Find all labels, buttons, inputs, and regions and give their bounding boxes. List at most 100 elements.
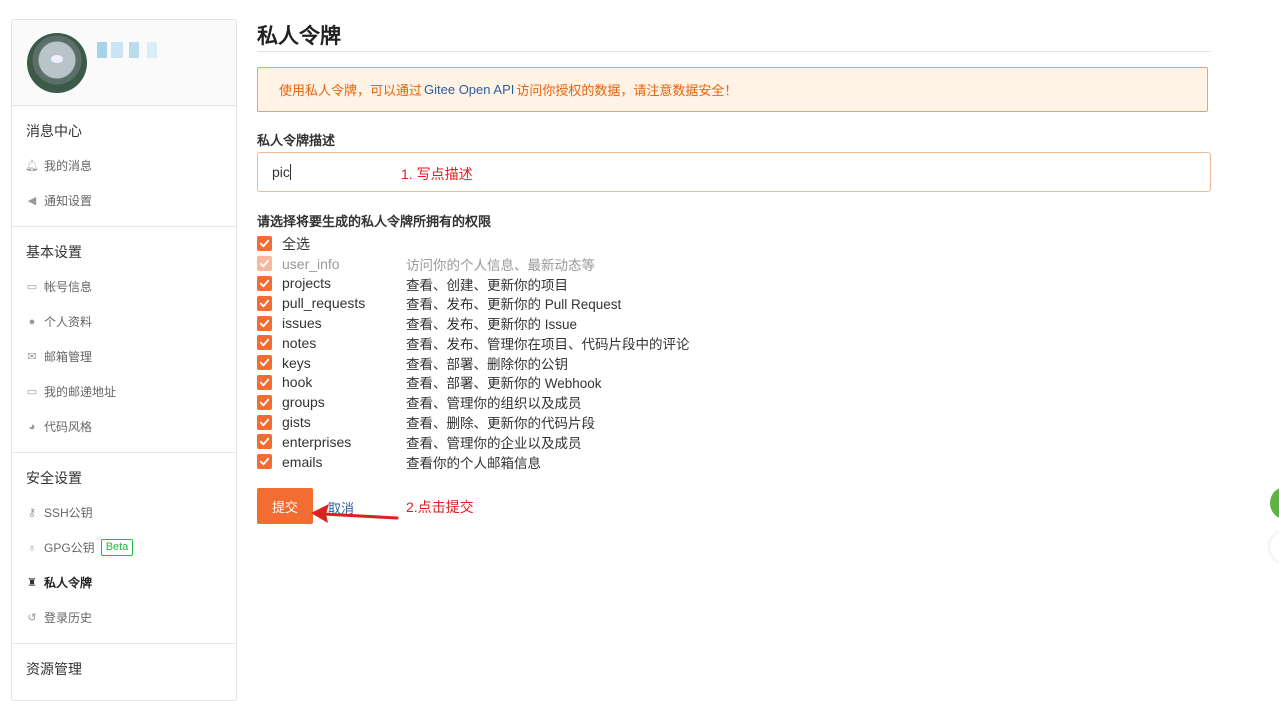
sidebar-item-label: 个人资料 xyxy=(44,315,93,329)
sidebar-item[interactable]: ⚷ SSH公钥 xyxy=(12,495,236,530)
gitee-open-api-link[interactable]: Gitee Open API xyxy=(424,82,514,97)
volume-icon: ◀ xyxy=(27,195,37,207)
checkmark-icon xyxy=(259,240,270,248)
notice-banner: 使用私人令牌，可以通过 Gitee Open API 访问你授权的数据，请注意数… xyxy=(257,67,1208,112)
sidebar-item[interactable]: ◕ 代码风格 xyxy=(12,409,236,444)
permission-row: enterprises 查看、管理你的企业以及成员 xyxy=(257,432,690,452)
permission-description: 查看、发布、更新你的 Issue xyxy=(406,317,578,333)
checkmark-icon xyxy=(259,378,270,387)
permission-name: groups xyxy=(282,394,325,411)
permission-row: 全选 xyxy=(257,234,690,254)
permission-row: user_info 访问你的个人信息、最新动态等 xyxy=(257,254,690,274)
sidebar-item[interactable]: ● 个人资料 xyxy=(12,304,236,339)
permission-name: user_info xyxy=(282,255,340,272)
permission-row: notes 查看、发布、管理你在项目、代码片段中的评论 xyxy=(257,333,690,353)
sidebar-section-title: 基本设置 xyxy=(26,244,82,260)
permission-checkbox[interactable] xyxy=(257,236,272,252)
permission-name: emails xyxy=(282,453,323,470)
sidebar-section: 基本设置 ▭ 帐号信息 ● 个人资料 ✉ 邮箱管理 ▭ 我的邮递地址 ◕ 代码风格 xyxy=(12,227,236,453)
permission-name: enterprises xyxy=(282,433,352,450)
checkmark-icon xyxy=(259,279,270,288)
settings-sidebar: 消息中心 🔔︎ 我的消息 ◀ 通知设置 基本设置 ▭ 帐号信息 ● 个人资料 ✉ 邮箱管理 ▭ 我的邮递地… xyxy=(11,19,237,701)
bell-icon: 🔔︎ xyxy=(25,160,39,172)
floating-action-button[interactable] xyxy=(1270,532,1279,562)
sidebar-item-label: SSH公钥 xyxy=(44,506,93,520)
permission-checkbox[interactable] xyxy=(257,275,272,291)
description-value: pic xyxy=(272,164,290,180)
permission-description: 查看、部署、删除你的公钥 xyxy=(406,356,568,372)
permission-checkbox[interactable] xyxy=(257,454,272,470)
permission-name: keys xyxy=(282,354,311,371)
permission-checkbox[interactable] xyxy=(257,355,272,371)
permission-row: gists 查看、删除、更新你的代码片段 xyxy=(257,412,690,432)
sidebar-item[interactable]: ✉ 邮箱管理 xyxy=(12,339,236,374)
sidebar-item-label: 我的消息 xyxy=(44,159,93,173)
permission-checkbox[interactable] xyxy=(257,335,272,351)
permission-description: 查看、管理你的企业以及成员 xyxy=(406,435,582,451)
sidebar-sections: 消息中心 🔔︎ 我的消息 ◀ 通知设置 基本设置 ▭ 帐号信息 ● 个人资料 ✉ 邮箱管理 ▭ 我的邮递地… xyxy=(12,106,236,694)
sidebar-item[interactable]: ♜ 私人令牌 xyxy=(12,565,236,600)
permission-checkbox[interactable] xyxy=(257,394,272,410)
gpg-icon: ♁ xyxy=(27,541,37,554)
sidebar-section-title: 安全设置 xyxy=(26,470,82,486)
permission-name: gists xyxy=(282,414,311,431)
annotation-step-1: 1. 写点描述 xyxy=(401,166,473,182)
permission-name: pull_requests xyxy=(282,295,366,312)
sidebar-item[interactable]: ♁ GPG公钥 Beta xyxy=(12,530,236,565)
permission-checkbox xyxy=(257,256,272,272)
permission-description: 查看、发布、管理你在项目、代码片段中的评论 xyxy=(406,336,690,352)
username-blurred xyxy=(97,42,165,58)
permission-checkbox[interactable] xyxy=(257,434,272,450)
user-icon: ● xyxy=(28,315,36,328)
address-card-icon: ▭ xyxy=(26,386,38,398)
permission-description: 查看你的个人邮箱信息 xyxy=(406,455,541,471)
spy-icon: ♜ xyxy=(27,577,37,589)
floating-help-button[interactable] xyxy=(1270,487,1279,519)
permissions-label: 请选择将要生成的私人令牌所拥有的权限 xyxy=(257,214,492,229)
permission-checkbox[interactable] xyxy=(257,315,272,331)
permission-description: 访问你的个人信息、最新动态等 xyxy=(406,257,595,273)
checkmark-icon xyxy=(259,319,270,327)
palette-icon: ◕ xyxy=(28,420,36,433)
permission-description: 查看、部署、更新你的 Webhook xyxy=(406,376,602,392)
sidebar-item-label: 通知设置 xyxy=(44,194,93,208)
permission-row: emails 查看你的个人邮箱信息 xyxy=(257,452,690,472)
sidebar-item[interactable]: 🔔︎ 我的消息 xyxy=(12,148,236,183)
checkmark-icon xyxy=(259,359,270,367)
checkmark-icon xyxy=(259,457,270,466)
permissions-list: 全选 user_info 访问你的个人信息、最新动态等 projects 查看、创建、更… xyxy=(257,234,690,472)
checkmark-icon xyxy=(259,418,270,426)
checkmark-icon xyxy=(259,339,270,347)
notice-text-before: 使用私人令牌，可以通过 xyxy=(279,83,423,98)
sidebar-item[interactable]: ↺ 登录历史 xyxy=(12,600,236,635)
sidebar-item-label: 我的邮递地址 xyxy=(44,385,117,399)
title-divider xyxy=(257,51,1211,52)
checkmark-icon xyxy=(259,438,270,446)
text-caret xyxy=(289,164,291,180)
annotation-step-2: 2.点击提交 xyxy=(406,499,474,515)
sidebar-item-label: 代码风格 xyxy=(44,420,93,434)
notice-text-after: 访问你授权的数据，请注意数据安全！ xyxy=(516,83,738,98)
permission-row: projects 查看、创建、更新你的项目 xyxy=(257,274,690,294)
permission-checkbox[interactable] xyxy=(257,374,272,390)
sidebar-section-title: 消息中心 xyxy=(26,123,82,139)
permission-row: pull_requests 查看、发布、更新你的 Pull Request xyxy=(257,293,690,313)
sidebar-item-label: 私人令牌 xyxy=(44,576,93,590)
permission-name: hook xyxy=(282,374,313,391)
sidebar-item[interactable]: ▭ 我的邮递地址 xyxy=(12,374,236,409)
permission-name: 全选 xyxy=(282,235,310,252)
sidebar-item-label: 帐号信息 xyxy=(44,280,93,294)
sidebar-item[interactable]: ◀ 通知设置 xyxy=(12,183,236,218)
permission-row: issues 查看、发布、更新你的 Issue xyxy=(257,313,690,333)
permission-checkbox[interactable] xyxy=(257,295,272,311)
sidebar-item[interactable]: ▭ 帐号信息 xyxy=(12,269,236,304)
envelope-icon: ✉ xyxy=(27,351,37,363)
profile-header xyxy=(12,20,236,106)
avatar[interactable] xyxy=(27,33,87,93)
permission-row: groups 查看、管理你的组织以及成员 xyxy=(257,392,690,412)
submit-button[interactable]: 提交 xyxy=(257,488,313,524)
sidebar-item-label: 登录历史 xyxy=(44,611,93,625)
annotation-arrow-icon xyxy=(311,504,399,523)
permission-checkbox[interactable] xyxy=(257,414,272,430)
checkmark-icon xyxy=(259,299,270,307)
